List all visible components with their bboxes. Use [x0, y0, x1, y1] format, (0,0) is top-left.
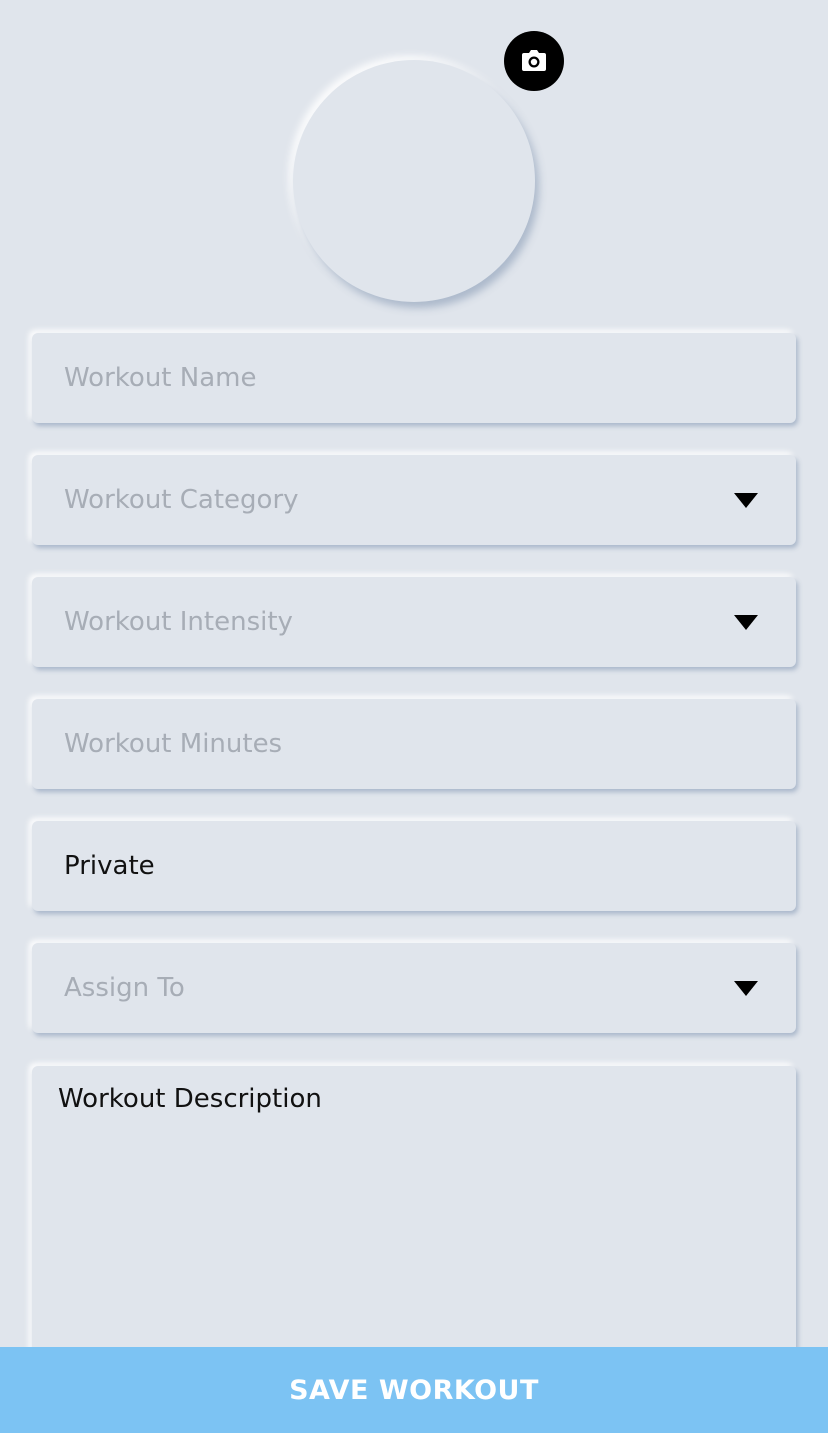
- chevron-down-icon: [734, 614, 758, 630]
- workout-description-field[interactable]: Workout Description: [32, 1066, 796, 1366]
- workout-intensity-placeholder: Workout Intensity: [64, 607, 293, 637]
- save-workout-label: SAVE WORKOUT: [289, 1374, 539, 1406]
- camera-button[interactable]: [504, 31, 564, 91]
- camera-icon: [522, 50, 546, 71]
- workout-name-field[interactable]: Workout Name: [32, 333, 796, 423]
- chevron-down-icon: [734, 980, 758, 996]
- workout-minutes-placeholder: Workout Minutes: [64, 729, 283, 759]
- workout-photo[interactable]: [293, 60, 535, 302]
- visibility-field[interactable]: Private: [32, 821, 796, 911]
- assign-to-placeholder: Assign To: [64, 973, 185, 1003]
- assign-to-select[interactable]: Assign To: [32, 943, 796, 1033]
- visibility-value: Private: [64, 851, 155, 881]
- workout-category-select[interactable]: Workout Category: [32, 455, 796, 545]
- save-workout-button[interactable]: SAVE WORKOUT: [0, 1347, 828, 1433]
- workout-name-placeholder: Workout Name: [64, 363, 257, 393]
- workout-intensity-select[interactable]: Workout Intensity: [32, 577, 796, 667]
- create-workout-screen: Workout Name Workout Category Workout In…: [0, 0, 828, 1433]
- chevron-down-icon: [734, 492, 758, 508]
- workout-description-text: Workout Description: [58, 1084, 322, 1114]
- workout-minutes-field[interactable]: Workout Minutes: [32, 699, 796, 789]
- workout-category-placeholder: Workout Category: [64, 485, 299, 515]
